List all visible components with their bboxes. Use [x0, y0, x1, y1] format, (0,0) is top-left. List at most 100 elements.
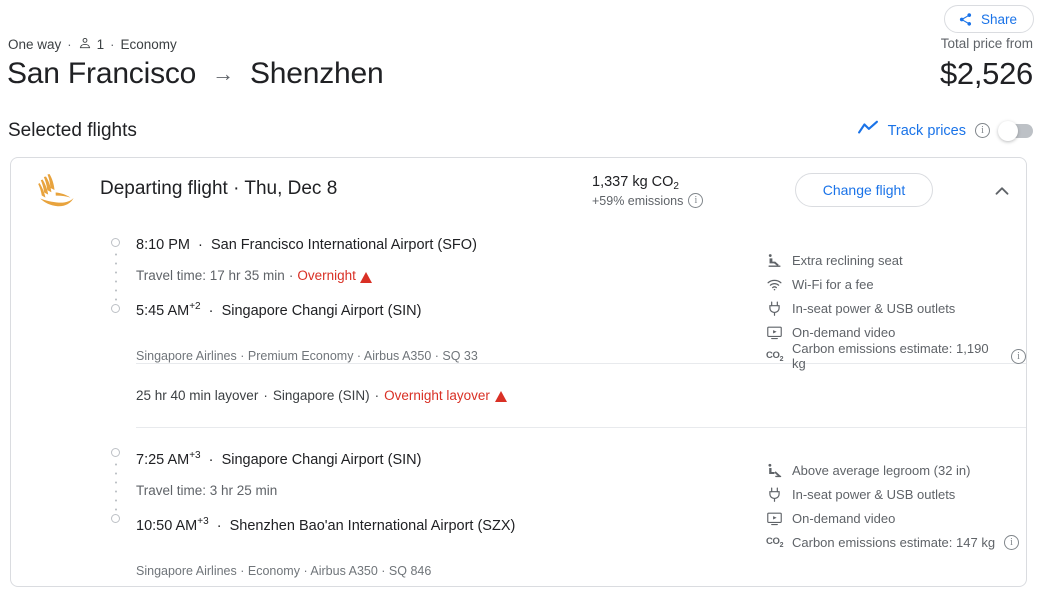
amenity-label: Above average legroom (32 in): [792, 462, 971, 478]
chevron-up-icon[interactable]: [991, 180, 1013, 202]
amenity-legroom: Above average legroom (32 in): [766, 458, 1019, 482]
video-icon: [766, 510, 783, 527]
track-prices-info-icon[interactable]: i: [975, 123, 990, 138]
amenity-power: In-seat power & USB outlets: [766, 482, 1019, 506]
timeline-dot-depart: [111, 238, 120, 247]
flight-segment-1: 8:10 PM · San Francisco International Ai…: [11, 218, 1026, 371]
origin-city: San Francisco: [7, 57, 197, 90]
co2-delta-label: +59% emissions: [592, 193, 684, 208]
segment-2-amenities: Above average legroom (32 in) In-seat po…: [766, 458, 1020, 554]
arrive-airport: Singapore Changi Airport (SIN): [221, 302, 422, 319]
total-price-value: $2,526: [939, 56, 1033, 91]
arrive-time: 10:50 AM: [136, 517, 198, 534]
amenity-label: In-seat power & USB outlets: [792, 486, 956, 502]
legroom-icon: [766, 462, 783, 479]
segment-1-amenities: Extra reclining seat Wi-Fi for a fee In-…: [766, 248, 1026, 371]
arrive-separator: ·: [212, 517, 226, 534]
amenity-label: Extra reclining seat: [792, 252, 903, 268]
share-button[interactable]: Share: [943, 5, 1034, 33]
depart-airport: San Francisco International Airport (SFO…: [210, 237, 477, 253]
segment-2-airline-details: Singapore Airlines · Economy · Airbus A3…: [136, 563, 432, 578]
timeline-dot-arrive: [111, 514, 120, 523]
page-title: Selected flights: [8, 120, 137, 141]
amenity-label: In-seat power & USB outlets: [792, 300, 956, 316]
depart-airport: Singapore Changi Airport (SIN): [221, 451, 422, 468]
co2-info-icon[interactable]: i: [688, 193, 704, 208]
track-prices-label[interactable]: Track prices: [888, 123, 966, 139]
warning-triangle-icon: [359, 271, 372, 283]
co2-summary: 1,337 kg CO2 +59% emissions i: [592, 174, 704, 208]
segment-2-timeline: [111, 448, 123, 523]
person-icon: [78, 36, 92, 53]
track-prices-control: Track prices i: [857, 120, 1033, 141]
layover-sep-1: ·: [263, 388, 268, 403]
flight-segment-2: 7:25 AM+3 · Singapore Changi Airport (SI…: [11, 428, 1026, 578]
reclining-seat-icon: [766, 252, 783, 269]
depart-separator: ·: [204, 451, 218, 468]
layover-row: 25 hr 40 min layover · Singapore (SIN) ·…: [11, 364, 1026, 427]
carbon-info-icon[interactable]: i: [1004, 534, 1020, 550]
passenger-number: 1: [96, 37, 105, 52]
depart-separator: ·: [194, 237, 207, 253]
warning-triangle-icon: [494, 391, 507, 402]
co2-value: 1,337 kg CO2: [592, 174, 703, 192]
timeline-dotted-line: [114, 460, 117, 512]
amenity-label: On-demand video: [792, 510, 896, 526]
amenity-carbon-emissions: CO2 Carbon emissions estimate: 1,190 kg …: [766, 341, 1026, 371]
passenger-count[interactable]: 1: [78, 36, 105, 53]
co2-delta-row: +59% emissions i: [592, 193, 704, 208]
video-icon: [766, 324, 783, 341]
departing-flight-title: Departing flight · Thu, Dec 8: [100, 178, 338, 199]
amenity-power: In-seat power & USB outlets: [766, 296, 1026, 320]
timeline-dotted-line: [114, 250, 117, 302]
layover-sep-2: ·: [374, 388, 380, 403]
timeline-dot-depart: [111, 448, 120, 457]
arrive-separator: ·: [204, 302, 218, 319]
segment-1-travel-time: Travel time: 17 hr 35 min: [136, 268, 285, 283]
route-arrow-icon: →: [212, 61, 234, 86]
depart-day-offset: +3: [189, 450, 201, 461]
amenity-wifi: Wi-Fi for a fee: [766, 272, 1026, 296]
amenity-label: Carbon emissions estimate: 1,190 kg: [792, 341, 989, 371]
trending-chart-icon: [857, 120, 879, 141]
trip-type[interactable]: One way: [8, 37, 61, 52]
timeline-dot-arrive: [111, 304, 120, 313]
depart-time: 7:25 AM: [136, 451, 190, 468]
co2-amount: 1,337 kg CO: [592, 174, 674, 190]
singapore-airlines-logo-icon: [33, 172, 79, 210]
destination-city: Shenzhen: [249, 57, 384, 90]
amenity-label: Wi-Fi for a fee: [792, 276, 874, 292]
layover-duration: 25 hr 40 min layover: [136, 388, 259, 403]
change-flight-button[interactable]: Change flight: [795, 173, 933, 207]
segment-2-travel-time: Travel time: 3 hr 25 min: [136, 482, 278, 498]
carbon-info-icon[interactable]: i: [1011, 348, 1026, 364]
share-icon: [958, 12, 973, 27]
arrive-day-offset: +3: [197, 515, 209, 527]
co2-icon: CO2: [766, 349, 784, 363]
amenity-label: On-demand video: [792, 324, 896, 340]
layover-warning-label: Overnight layover: [384, 388, 490, 403]
power-plug-icon: [766, 486, 783, 503]
amenity-carbon-emissions: CO2 Carbon emissions estimate: 147 kg i: [766, 530, 1020, 554]
layover-location: Singapore (SIN): [272, 388, 370, 403]
co2-subscript: 2: [673, 181, 679, 192]
share-label: Share: [980, 11, 1017, 27]
wifi-icon: [766, 276, 783, 293]
total-price-label: Total price from: [940, 36, 1033, 51]
meta-separator-2: ·: [110, 37, 115, 52]
segment-1-overnight-label: Overnight: [297, 268, 356, 283]
selected-flight-card: Departing flight · Thu, Dec 8 1,337 kg C…: [10, 157, 1027, 587]
amenity-video: On-demand video: [766, 506, 1019, 530]
cabin-class[interactable]: Economy: [120, 37, 176, 52]
power-plug-icon: [766, 300, 783, 317]
track-prices-toggle[interactable]: [998, 120, 1033, 141]
depart-time: 8:10 PM: [136, 237, 190, 253]
segment-1-overnight-sep: ·: [288, 268, 294, 283]
route-title: San Francisco → Shenzhen: [7, 57, 384, 91]
card-header: Departing flight · Thu, Dec 8 1,337 kg C…: [11, 158, 1026, 218]
arrive-day-offset: +2: [189, 301, 201, 312]
arrive-airport: Shenzhen Bao'an International Airport (S…: [229, 517, 516, 534]
trip-meta: One way · 1 · Economy: [8, 36, 177, 53]
toggle-knob: [998, 120, 1018, 141]
segment-1-timeline: [111, 238, 123, 313]
